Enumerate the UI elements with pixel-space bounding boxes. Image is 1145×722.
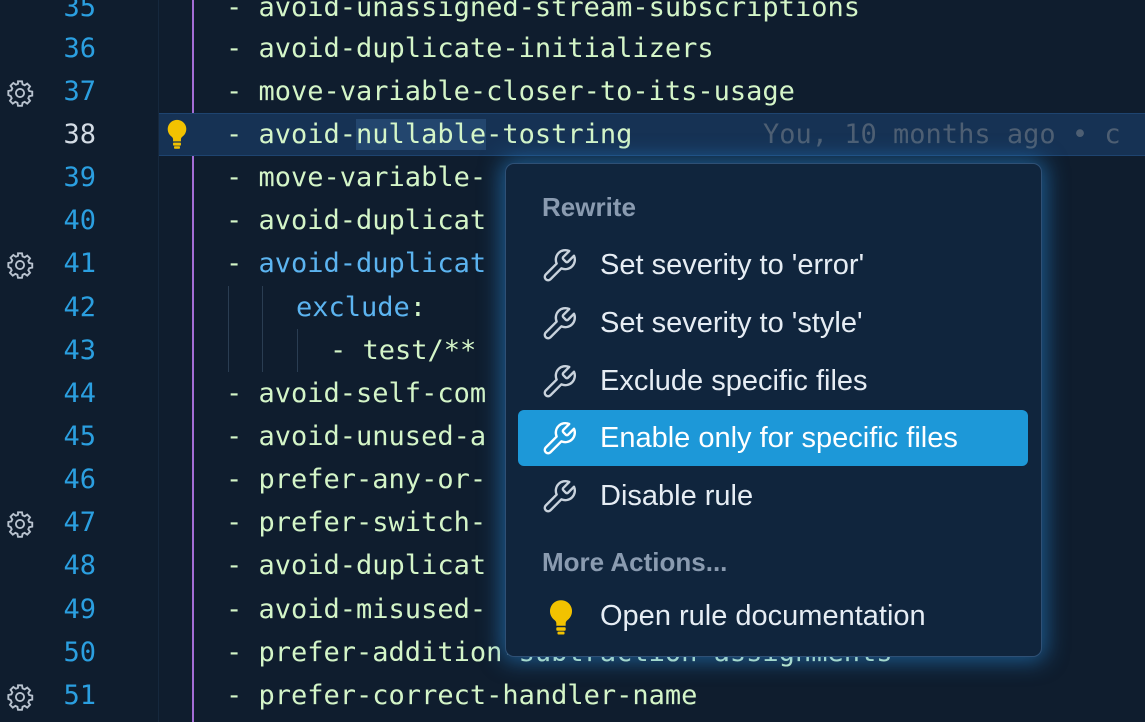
line-number: 45: [63, 421, 96, 452]
menu-item-exclude-specific-files[interactable]: Exclude specific files: [518, 353, 1028, 409]
gear-icon[interactable]: [6, 510, 34, 538]
code-text[interactable]: - move-variable-closer-to-its-usage: [226, 70, 795, 113]
line-number: 43: [63, 335, 96, 366]
code-line[interactable]: 37 - move-variable-closer-to-its-usage: [0, 70, 1145, 113]
line-number: 48: [63, 550, 96, 581]
code-text-suffix: -tostring: [486, 119, 633, 150]
wrench-icon: [543, 249, 576, 282]
line-number: 42: [63, 292, 96, 323]
line-number: 39: [63, 162, 96, 193]
word-highlight: nullable: [356, 119, 487, 150]
menu-item-disable-rule[interactable]: Disable rule: [518, 468, 1028, 524]
line-number: 50: [63, 637, 96, 668]
rewrite-section-header: Rewrite: [542, 192, 636, 222]
code-text[interactable]: - avoid-duplicat: [226, 242, 486, 285]
git-blame-annotation: You, 10 months ago • c: [763, 119, 1121, 150]
gear-icon[interactable]: [6, 683, 34, 711]
menu-item-label: Enable only for specific files: [600, 422, 958, 454]
line-number: 36: [63, 33, 96, 64]
code-text[interactable]: exclude:: [296, 286, 426, 329]
more-actions-section-header: More Actions...: [542, 547, 728, 577]
line-number: 44: [63, 378, 96, 409]
line-number: 38: [63, 119, 96, 150]
line-number: 35: [63, 0, 96, 23]
gear-icon[interactable]: [6, 251, 34, 279]
lightbulb-icon: [549, 600, 573, 635]
code-text[interactable]: - prefer-switch-: [226, 501, 486, 544]
code-colon: :: [409, 292, 427, 323]
code-text[interactable]: - test/**: [330, 329, 476, 372]
line-number: 46: [63, 464, 96, 495]
line-number: 49: [63, 594, 96, 625]
code-text[interactable]: - avoid-misused-: [226, 588, 486, 631]
code-key: avoid-duplicat: [258, 248, 487, 279]
code-action-menu[interactable]: Rewrite Set severity to 'error' Set seve…: [505, 163, 1042, 657]
wrench-icon: [543, 422, 576, 455]
code-line[interactable]: 36 - avoid-duplicate-initializers: [0, 27, 1145, 70]
code-text[interactable]: - move-variable-: [226, 156, 486, 199]
wrench-icon: [543, 365, 576, 398]
line-number: 47: [63, 507, 96, 538]
code-text[interactable]: - avoid-duplicat: [226, 544, 486, 587]
line-number: 37: [63, 76, 96, 107]
code-line-current[interactable]: 38 - avoid-nullable-tostring You, 10 mon…: [0, 113, 1145, 156]
menu-item-label: Set severity to 'style': [600, 307, 863, 339]
line-number: 51: [63, 680, 96, 711]
wrench-icon: [543, 480, 576, 513]
code-text[interactable]: - avoid-duplicate-initializers: [226, 27, 714, 70]
code-text-prefix: - avoid-: [226, 119, 357, 150]
code-text[interactable]: - avoid-duplicat: [226, 199, 486, 242]
menu-item-label: Exclude specific files: [600, 365, 868, 397]
menu-item-set-severity-error[interactable]: Set severity to 'error': [518, 237, 1028, 293]
code-line[interactable]: 51 - prefer-correct-handler-name: [0, 674, 1145, 717]
code-text-prefix: -: [226, 248, 259, 279]
code-text[interactable]: - avoid-self-com: [226, 372, 486, 415]
lightbulb-icon[interactable]: [164, 118, 190, 150]
wrench-icon: [543, 307, 576, 340]
menu-item-open-rule-documentation[interactable]: Open rule documentation: [518, 588, 1028, 644]
code-text[interactable]: - avoid-unused-a: [226, 415, 486, 458]
code-text[interactable]: - avoid-unassigned-stream-subscriptions: [226, 0, 860, 29]
code-text[interactable]: - prefer-correct-handler-name: [226, 674, 697, 717]
menu-item-label: Open rule documentation: [600, 600, 926, 632]
gear-icon[interactable]: [6, 79, 34, 107]
menu-item-label: Disable rule: [600, 480, 754, 512]
menu-item-set-severity-style[interactable]: Set severity to 'style': [518, 295, 1028, 351]
menu-item-label: Set severity to 'error': [600, 249, 865, 281]
line-number: 41: [63, 248, 96, 279]
code-key: exclude: [296, 292, 410, 323]
code-text[interactable]: - prefer-any-or-: [226, 458, 486, 501]
menu-item-enable-only-specific-files[interactable]: Enable only for specific files: [518, 410, 1028, 466]
code-editor[interactable]: 35 - avoid-unassigned-stream-subscriptio…: [0, 0, 1145, 722]
line-number: 40: [63, 205, 96, 236]
code-text[interactable]: - avoid-nullable-tostring: [226, 113, 632, 156]
code-line[interactable]: 35 - avoid-unassigned-stream-subscriptio…: [0, 0, 1145, 29]
